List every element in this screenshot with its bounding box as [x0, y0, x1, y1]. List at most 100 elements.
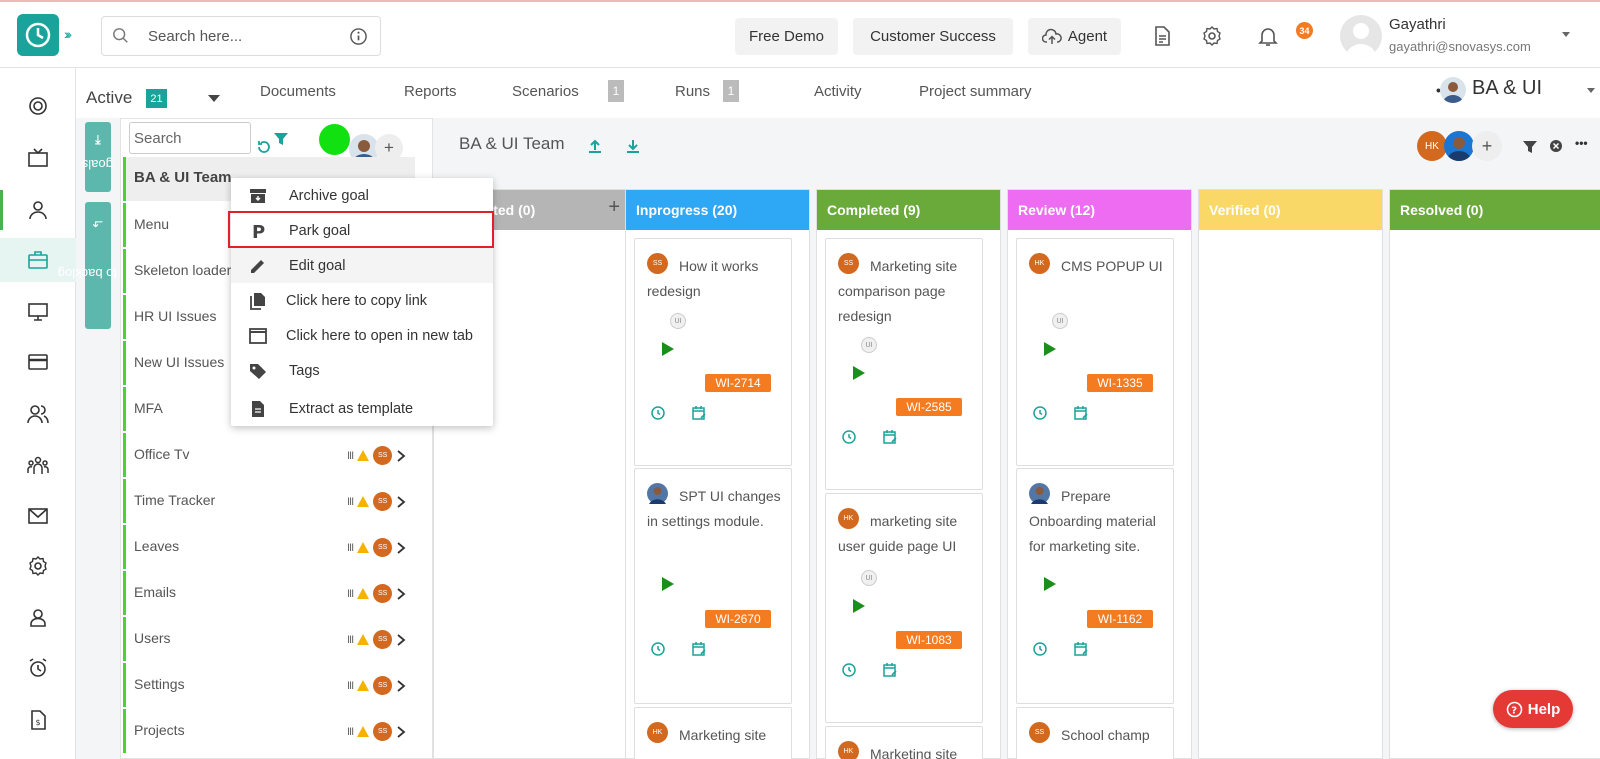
work-item-card[interactable]: SPT UI changes in settings module. WI-26… — [634, 468, 792, 704]
work-item-card[interactable]: HK Marketing site — [634, 707, 792, 759]
clear-filter-icon[interactable] — [1549, 139, 1563, 153]
calendar-edit-icon[interactable] — [691, 405, 707, 421]
play-icon[interactable] — [1044, 577, 1056, 591]
menu-item-tags[interactable]: Tags — [231, 353, 493, 388]
refresh-icon[interactable] — [256, 139, 272, 155]
calendar-edit-icon[interactable] — [691, 641, 707, 657]
tab-project-summary[interactable]: Project summary — [919, 83, 1032, 100]
nav-account[interactable] — [0, 596, 76, 640]
status-filter-caret-icon[interactable] — [208, 95, 220, 102]
team-selector[interactable]: BA & UI — [1472, 77, 1542, 100]
team-selector-caret-icon[interactable] — [1587, 88, 1595, 93]
customer-success-button[interactable]: Customer Success — [853, 18, 1013, 55]
calendar-edit-icon[interactable] — [882, 662, 898, 678]
nav-profile[interactable] — [0, 188, 76, 232]
play-icon[interactable] — [853, 599, 865, 613]
nav-dashboard[interactable] — [0, 84, 76, 128]
goal-row[interactable]: Emails III SS — [123, 571, 415, 615]
user-menu-caret-icon[interactable] — [1562, 32, 1570, 37]
filter-icon[interactable] — [273, 131, 289, 147]
search-input[interactable] — [148, 27, 338, 45]
work-item-card[interactable]: HK marketing site user guide page UI UI … — [825, 493, 983, 723]
agent-button[interactable]: Agent — [1028, 18, 1121, 55]
chevron-right-icon[interactable] — [396, 633, 406, 647]
work-item-card[interactable]: SS Marketing site comparison page redesi… — [825, 238, 983, 490]
work-item-id[interactable]: WI-2714 — [705, 374, 771, 392]
download-icon[interactable] — [625, 138, 641, 154]
nav-billing[interactable] — [0, 340, 76, 384]
play-icon[interactable] — [853, 366, 865, 380]
clock-icon[interactable] — [841, 662, 857, 678]
tab-activity[interactable]: Activity — [814, 83, 862, 100]
nav-monitor[interactable] — [0, 290, 76, 334]
goal-row[interactable]: Projects III SS — [123, 709, 415, 753]
go-to-backlog-button[interactable]: Go to backlog ↰ — [57, 202, 138, 329]
work-item-id[interactable]: WI-1162 — [1087, 610, 1153, 628]
tab-scenarios[interactable]: Scenarios — [512, 83, 579, 100]
tab-reports[interactable]: Reports — [404, 83, 457, 100]
goal-search-input[interactable] — [129, 122, 251, 154]
upload-icon[interactable] — [587, 138, 603, 154]
calendar-edit-icon[interactable] — [1073, 641, 1089, 657]
work-item-card[interactable]: SS How it works redesign UI WI-2714 — [634, 238, 792, 466]
menu-item-copy-link[interactable]: Click here to copy link — [231, 283, 493, 318]
work-item-id[interactable]: WI-2585 — [896, 398, 962, 416]
help-button[interactable]: ? Help — [1493, 690, 1573, 728]
status-filter-label[interactable]: Active — [86, 88, 132, 108]
goal-row[interactable]: Office Tv III SS — [123, 433, 415, 477]
tab-runs[interactable]: Runs — [675, 83, 710, 100]
work-item-id[interactable]: WI-1083 — [896, 631, 962, 649]
calendar-edit-icon[interactable] — [1073, 405, 1089, 421]
work-item-id[interactable]: WI-1335 — [1087, 374, 1153, 392]
goal-row[interactable]: Settings III SS — [123, 663, 415, 707]
work-item-card[interactable]: Prepare Onboarding material for marketin… — [1016, 468, 1174, 704]
nav-mail[interactable] — [0, 494, 76, 538]
work-item-card[interactable]: HK Marketing site — [825, 726, 983, 759]
clock-icon[interactable] — [1032, 641, 1048, 657]
goal-row[interactable]: Users III SS — [123, 617, 415, 661]
chevron-right-icon[interactable] — [396, 725, 406, 739]
goal-row[interactable]: Leaves III SS — [123, 525, 415, 569]
clock-icon[interactable] — [650, 405, 666, 421]
add-board-member-button[interactable]: + — [1472, 131, 1502, 161]
tab-documents[interactable]: Documents — [260, 83, 336, 100]
chevron-right-icon[interactable] — [396, 449, 406, 463]
free-demo-button[interactable]: Free Demo — [735, 18, 838, 55]
calendar-edit-icon[interactable] — [882, 429, 898, 445]
nav-teams[interactable] — [0, 444, 76, 488]
work-item-card[interactable]: SS School champ — [1016, 707, 1174, 759]
menu-item-extract-template[interactable]: Extract as template — [231, 391, 493, 426]
user-avatar[interactable] — [1340, 15, 1382, 57]
nav-invoice[interactable]: $ — [0, 698, 76, 742]
work-item-card[interactable]: HK CMS POPUP UI UI WI-1335 — [1016, 238, 1174, 466]
chevron-right-icon[interactable] — [396, 679, 406, 693]
play-icon[interactable] — [1044, 342, 1056, 356]
play-icon[interactable] — [662, 577, 674, 591]
nav-users[interactable] — [0, 392, 76, 436]
goals-toggle-button[interactable]: goals ⇤ — [82, 122, 113, 192]
clock-icon[interactable] — [841, 429, 857, 445]
board-more-icon[interactable]: ••• — [1575, 136, 1588, 150]
chevron-right-icon[interactable] — [396, 495, 406, 509]
chevron-right-icon[interactable] — [396, 541, 406, 555]
nav-alarm[interactable] — [0, 646, 76, 690]
expand-sidebar-icon[interactable]: ››› — [64, 26, 72, 42]
clock-icon[interactable] — [650, 641, 666, 657]
info-icon[interactable] — [349, 27, 368, 46]
chevron-right-icon[interactable] — [396, 587, 406, 601]
nav-settings[interactable] — [0, 544, 76, 588]
menu-item-edit-goal[interactable]: Edit goal — [231, 248, 493, 283]
add-card-button[interactable]: + — [608, 196, 620, 219]
filter-icon[interactable] — [1522, 139, 1538, 155]
goal-row[interactable]: Time Tracker III SS — [123, 479, 415, 523]
play-icon[interactable] — [662, 342, 674, 356]
clock-icon[interactable] — [1032, 405, 1048, 421]
menu-item-archive-goal[interactable]: Archive goal — [231, 178, 493, 213]
settings-gear-icon[interactable] — [1200, 24, 1224, 48]
work-item-id[interactable]: WI-2670 — [705, 610, 771, 628]
app-logo[interactable] — [17, 14, 59, 56]
notification-bell-icon[interactable] — [1256, 24, 1280, 48]
menu-item-open-new-tab[interactable]: Click here to open in new tab — [231, 318, 493, 353]
document-icon[interactable] — [1150, 24, 1174, 48]
nav-tv[interactable] — [0, 136, 76, 180]
